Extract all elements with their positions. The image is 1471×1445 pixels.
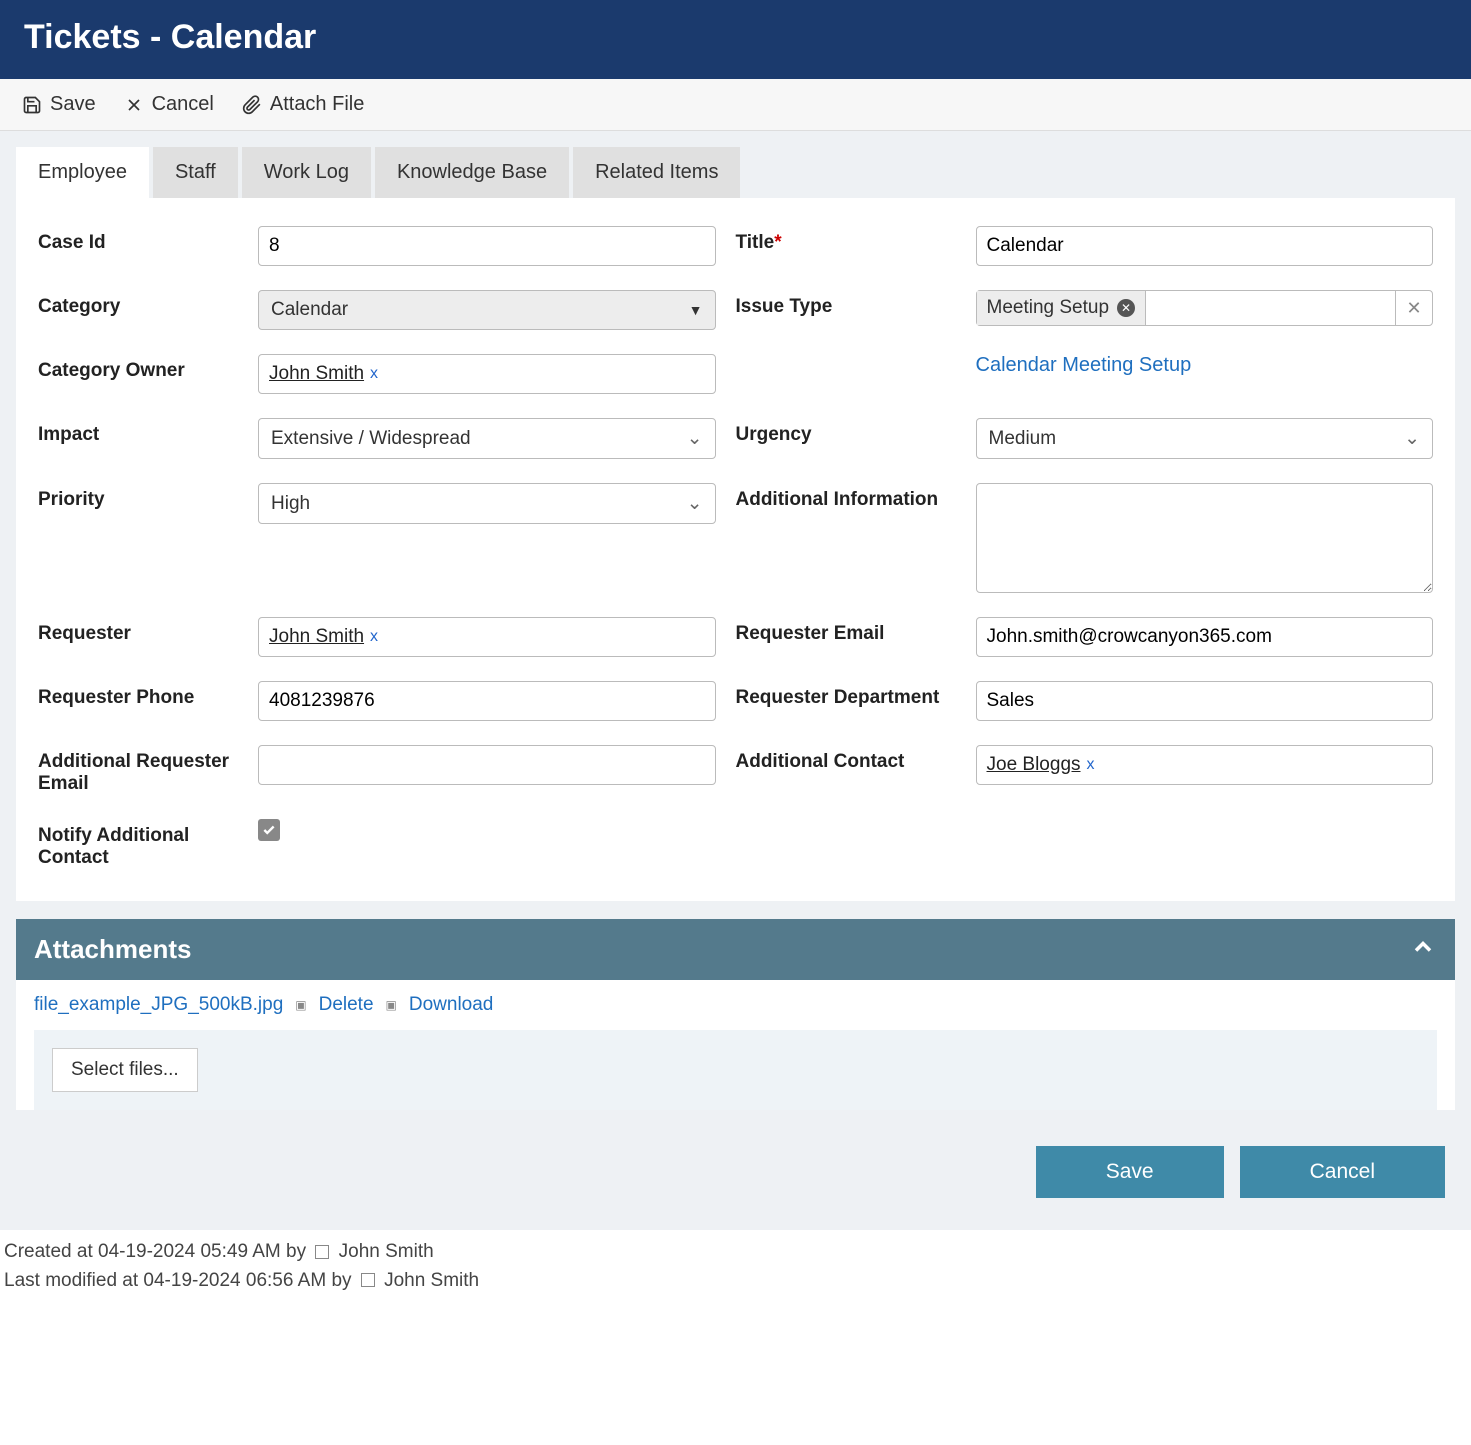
tab-employee[interactable]: Employee [16, 147, 149, 198]
select-files-button[interactable]: Select files... [52, 1048, 198, 1092]
remove-person-icon[interactable]: x [370, 628, 378, 646]
issue-type-text-input[interactable] [1146, 291, 1396, 325]
label-title: Title* [736, 226, 956, 254]
save-label: Save [50, 93, 96, 116]
category-owner-value: John Smith [269, 363, 364, 385]
impact-select[interactable]: Extensive / Widespread ⌄ [258, 418, 716, 459]
attachment-delete-link[interactable]: Delete [319, 994, 374, 1016]
kb-link[interactable]: Calendar Meeting Setup [976, 354, 1434, 377]
additional-contact-value: Joe Bloggs [987, 754, 1081, 776]
save-form-button[interactable]: Save [1036, 1146, 1224, 1198]
impact-value: Extensive / Widespread [271, 428, 471, 450]
attachments-header: Attachments [16, 919, 1455, 980]
attachments-body: file_example_JPG_500kB.jpg ▣ Delete ▣ Do… [16, 980, 1455, 1110]
label-case-id: Case Id [38, 226, 238, 254]
chevron-down-icon: ⌄ [1404, 427, 1420, 450]
toolbar: Save Cancel Attach File [0, 79, 1471, 131]
issue-type-chip: Meeting Setup ✕ [977, 291, 1147, 325]
issue-type-input[interactable]: Meeting Setup ✕ ✕ [976, 290, 1434, 326]
tab-strip: Employee Staff Work Log Knowledge Base R… [16, 147, 1455, 198]
attachment-filename[interactable]: file_example_JPG_500kB.jpg [34, 994, 283, 1016]
requester-value: John Smith [269, 626, 364, 648]
label-requester-email: Requester Email [736, 617, 956, 645]
save-icon [22, 95, 42, 115]
attach-label: Attach File [270, 93, 364, 116]
label-issue-type: Issue Type [736, 290, 956, 318]
page-title: Tickets - Calendar [24, 18, 1447, 57]
check-icon [262, 823, 276, 837]
created-line: Created at 04-19-2024 05:49 AM by John S… [4, 1238, 1467, 1267]
cancel-button[interactable]: Cancel [124, 93, 214, 116]
label-category-owner: Category Owner [38, 354, 238, 382]
label-urgency: Urgency [736, 418, 956, 446]
remove-person-icon[interactable]: x [1087, 756, 1095, 774]
notify-additional-checkbox[interactable] [258, 819, 280, 841]
action-row: Save Cancel [16, 1110, 1455, 1214]
label-additional-contact: Additional Contact [736, 745, 956, 773]
label-notify-additional: Notify Additional Contact [38, 819, 238, 869]
user-icon [361, 1273, 375, 1287]
label-additional-info: Additional Information [736, 483, 956, 511]
separator-icon: ▣ [295, 998, 306, 1012]
label-requester-phone: Requester Phone [38, 681, 238, 709]
paperclip-icon [242, 95, 262, 115]
user-icon [315, 1245, 329, 1259]
attach-file-button[interactable]: Attach File [242, 93, 364, 116]
additional-info-textarea[interactable] [976, 483, 1434, 593]
requester-input[interactable]: John Smith x [258, 617, 716, 657]
cancel-label: Cancel [152, 93, 214, 116]
urgency-select[interactable]: Medium ⌄ [976, 418, 1434, 459]
attachments-panel: Attachments file_example_JPG_500kB.jpg ▣… [16, 919, 1455, 1110]
tab-knowledge-base[interactable]: Knowledge Base [375, 147, 569, 198]
page-header: Tickets - Calendar [0, 0, 1471, 79]
additional-contact-input[interactable]: Joe Bloggs x [976, 745, 1434, 785]
requester-email-input[interactable] [976, 617, 1434, 657]
metadata-footer: Created at 04-19-2024 05:49 AM by John S… [0, 1230, 1471, 1303]
caret-down-icon: ▼ [689, 302, 703, 318]
cancel-form-button[interactable]: Cancel [1240, 1146, 1445, 1198]
category-value: Calendar [271, 299, 348, 321]
requester-phone-input[interactable] [258, 681, 716, 721]
clear-all-icon[interactable]: ✕ [1396, 291, 1432, 325]
label-requester: Requester [38, 617, 238, 645]
attachment-row: file_example_JPG_500kB.jpg ▣ Delete ▣ Do… [34, 994, 1437, 1030]
separator-icon: ▣ [386, 998, 397, 1012]
category-owner-input[interactable]: John Smith x [258, 354, 716, 394]
case-id-input[interactable] [258, 226, 716, 266]
tab-staff[interactable]: Staff [153, 147, 238, 198]
label-additional-req-email: Additional Requester Email [38, 745, 238, 795]
urgency-value: Medium [989, 428, 1057, 450]
content-area: Employee Staff Work Log Knowledge Base R… [0, 131, 1471, 1230]
chevron-down-icon: ⌄ [687, 427, 703, 450]
chevron-down-icon: ⌄ [687, 492, 703, 515]
tab-work-log[interactable]: Work Log [242, 147, 371, 198]
attachments-title: Attachments [34, 934, 191, 965]
tab-related-items[interactable]: Related Items [573, 147, 740, 198]
close-icon [124, 95, 144, 115]
save-button[interactable]: Save [22, 93, 96, 116]
label-requester-dept: Requester Department [736, 681, 956, 709]
category-select[interactable]: Calendar ▼ [258, 290, 716, 330]
label-impact: Impact [38, 418, 238, 446]
collapse-icon[interactable] [1409, 933, 1437, 966]
additional-req-email-input[interactable] [258, 745, 716, 785]
issue-type-value: Meeting Setup [987, 297, 1110, 319]
employee-panel: Case Id Title* Category Calendar ▼ Issue… [16, 198, 1455, 901]
attachment-upload-area: Select files... [34, 1030, 1437, 1110]
modified-line: Last modified at 04-19-2024 06:56 AM by … [4, 1267, 1467, 1296]
chip-remove-icon[interactable]: ✕ [1117, 299, 1135, 317]
title-input[interactable] [976, 226, 1434, 266]
priority-select[interactable]: High ⌄ [258, 483, 716, 524]
label-category: Category [38, 290, 238, 318]
remove-person-icon[interactable]: x [370, 365, 378, 383]
requester-dept-input[interactable] [976, 681, 1434, 721]
attachment-download-link[interactable]: Download [409, 994, 494, 1016]
priority-value: High [271, 493, 310, 515]
label-priority: Priority [38, 483, 238, 511]
